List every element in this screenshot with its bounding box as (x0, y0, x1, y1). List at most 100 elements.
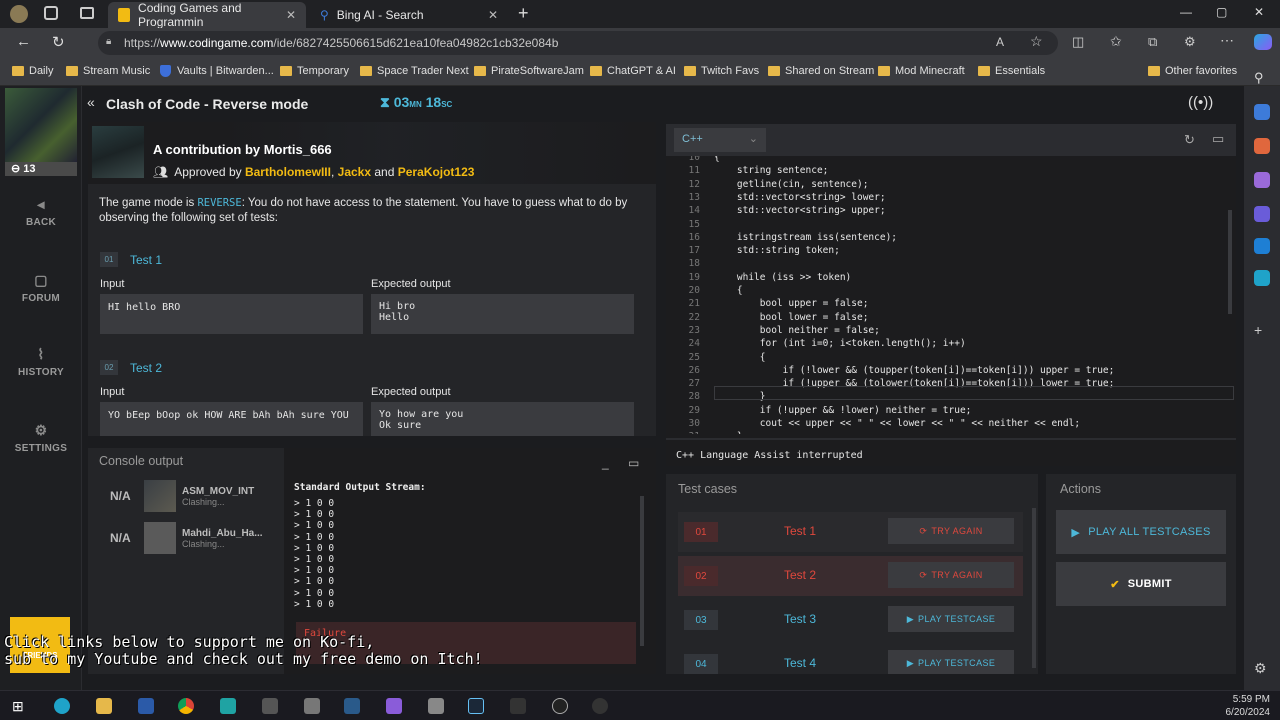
line-number: 28 (688, 391, 700, 403)
url-field[interactable]: 🔒︎ https://www.codingame.com/ide/6827425… (98, 31, 1058, 55)
testcase-row[interactable]: 02 Test 2 ⟳ TRY AGAIN (678, 556, 1023, 596)
split-screen-icon[interactable]: ◫ (1072, 34, 1084, 50)
maximize-icon[interactable]: ▢ (1216, 5, 1227, 19)
extensions-icon[interactable]: ⚙ (1184, 34, 1196, 50)
calculator-icon[interactable] (262, 698, 278, 714)
player-entry[interactable]: N/A ASM_MOV_INT Clashing... (110, 480, 254, 512)
tab-bing[interactable]: ⚲ Bing AI - Search ✕ (310, 2, 508, 28)
testcase-row[interactable]: 04 Test 4 ▶ PLAY TESTCASE (678, 644, 1023, 674)
play-testcase-button[interactable]: ▶ PLAY TESTCASE (888, 650, 1014, 674)
minimize-icon[interactable]: — (1180, 5, 1192, 19)
bookmark-other-favorites[interactable]: Other favorites (1148, 65, 1237, 77)
collapse-icon[interactable]: « (87, 94, 95, 110)
nav-back[interactable]: ◂ BACK (0, 196, 82, 228)
submit-button[interactable]: ✔ SUBMIT (1056, 562, 1226, 606)
contributor-avatar[interactable] (92, 126, 144, 178)
testcase-row[interactable]: 01 Test 1 ⟳ TRY AGAIN (678, 512, 1023, 552)
obs-icon[interactable] (552, 698, 568, 714)
favorite-star-icon[interactable]: ☆ (1030, 33, 1043, 50)
workspaces-icon[interactable] (44, 6, 58, 20)
testcase-row[interactable]: 03 Test 3 ▶ PLAY TESTCASE (678, 600, 1023, 640)
bookmark-mod-minecraft[interactable]: Mod Minecraft (878, 65, 965, 77)
bookmark-chatgpt[interactable]: ChatGPT & AI (590, 65, 676, 77)
profile-avatar[interactable] (10, 5, 28, 23)
more-menu-icon[interactable]: ⋯ (1220, 32, 1234, 49)
close-tab-icon[interactable]: ✕ (286, 8, 296, 22)
hourglass-icon: ⧗ (380, 94, 390, 110)
language-select[interactable]: C++ ⌄ (674, 128, 766, 152)
media-player-icon[interactable] (592, 698, 608, 714)
bookmark-shared-stream[interactable]: Shared on Stream (768, 65, 874, 77)
play-all-testcases-button[interactable]: ▶ PLAY ALL TESTCASES (1056, 510, 1226, 554)
chrome-icon[interactable] (178, 698, 194, 714)
send-icon[interactable] (1254, 270, 1270, 286)
favorites-icon[interactable]: ✩ (1110, 33, 1122, 50)
console-scrollbar[interactable] (640, 496, 644, 646)
player-entry[interactable]: N/A Mahdi_Abu_Ha... Clashing... (110, 522, 263, 554)
steam-icon[interactable] (468, 698, 484, 714)
outlook-icon[interactable] (1254, 238, 1270, 254)
app-icon[interactable] (304, 698, 320, 714)
editor-scrollbar[interactable] (1228, 210, 1232, 314)
add-icon[interactable]: + (1254, 322, 1270, 338)
reset-icon[interactable]: ↻ (1184, 132, 1195, 148)
try-again-button[interactable]: ⟳ TRY AGAIN (888, 518, 1014, 544)
bookmark-temporary[interactable]: Temporary (280, 65, 349, 77)
bookmark-piratesoftware[interactable]: PirateSoftwareJam (474, 65, 584, 77)
approver-link[interactable]: Jackx (338, 165, 371, 179)
stream-line: > 1 0 0 (294, 498, 335, 509)
approver-link[interactable]: BartholomewIII (245, 165, 331, 179)
epic-games-icon[interactable] (510, 698, 526, 714)
avatar[interactable] (5, 88, 77, 162)
bookmark-stream-music[interactable]: Stream Music (66, 65, 150, 77)
bookmark-daily[interactable]: Daily (12, 65, 53, 77)
file-explorer-icon[interactable] (96, 698, 112, 714)
gear-icon: ⚙ (34, 422, 48, 438)
refresh-icon[interactable]: ↻ (52, 33, 65, 51)
editor-resize-bar[interactable] (666, 438, 1236, 440)
app-icon[interactable] (344, 698, 360, 714)
testcases-scrollbar[interactable] (1032, 508, 1036, 668)
play-testcase-button[interactable]: ▶ PLAY TESTCASE (888, 606, 1014, 632)
copilot-sidebar-icon[interactable] (1254, 104, 1270, 120)
new-tab-button[interactable]: + (518, 3, 529, 24)
app-icon[interactable] (428, 698, 444, 714)
tools-icon[interactable] (1254, 172, 1270, 188)
try-again-button[interactable]: ⟳ TRY AGAIN (888, 562, 1014, 588)
read-aloud-icon[interactable]: A (996, 35, 1004, 49)
bookmark-twitch[interactable]: Twitch Favs (684, 65, 759, 77)
broadcast-icon[interactable]: ((•)) (1188, 94, 1213, 111)
close-window-icon[interactable]: ✕ (1254, 5, 1264, 19)
settings-gear-icon[interactable]: ⚙ (1254, 660, 1270, 676)
visual-studio-icon[interactable] (386, 698, 402, 714)
url-path: /ide/6827425506615d621ea10fea04982c1cb32… (273, 36, 559, 50)
bookmark-bitwarden[interactable]: Vaults | Bitwarden... (160, 65, 274, 77)
powershell-icon[interactable] (138, 698, 154, 714)
line-number: 15 (688, 218, 700, 230)
test-number: 02 (100, 360, 118, 375)
shopping-icon[interactable] (1254, 138, 1270, 154)
games-icon[interactable] (1254, 206, 1270, 222)
edge-icon[interactable] (54, 698, 70, 714)
line-number: 30 (688, 418, 700, 429)
nav-history[interactable]: ⌇ HISTORY (0, 346, 82, 378)
nav-forum[interactable]: ▢ FORUM (0, 272, 82, 304)
approver-link[interactable]: PeraKojot123 (398, 165, 475, 179)
close-tab-icon[interactable]: ✕ (488, 8, 498, 22)
bookmark-space-trader[interactable]: Space Trader Next (360, 65, 469, 77)
clock[interactable]: 5:59 PM 6/20/2024 (1226, 691, 1271, 719)
app-icon[interactable] (220, 698, 236, 714)
start-icon[interactable]: ⊞ (12, 698, 28, 714)
bookmark-essentials[interactable]: Essentials (978, 65, 1045, 77)
tab-codingame[interactable]: Coding Games and Programmin ✕ (108, 1, 306, 29)
approved-prefix: Approved by (174, 165, 242, 179)
nav-settings[interactable]: ⚙ SETTINGS (0, 422, 82, 454)
back-icon[interactable]: ← (16, 33, 31, 50)
tab-actions-icon[interactable] (80, 7, 94, 19)
minimize-icon[interactable]: _ (602, 456, 609, 470)
maximize-icon[interactable]: ▭ (628, 456, 639, 470)
collections-icon[interactable]: ⧉ (1148, 34, 1157, 50)
copilot-icon[interactable] (1254, 34, 1272, 50)
expand-icon[interactable]: ▭ (1212, 131, 1224, 147)
search-icon[interactable]: ⚲ (1254, 70, 1270, 86)
